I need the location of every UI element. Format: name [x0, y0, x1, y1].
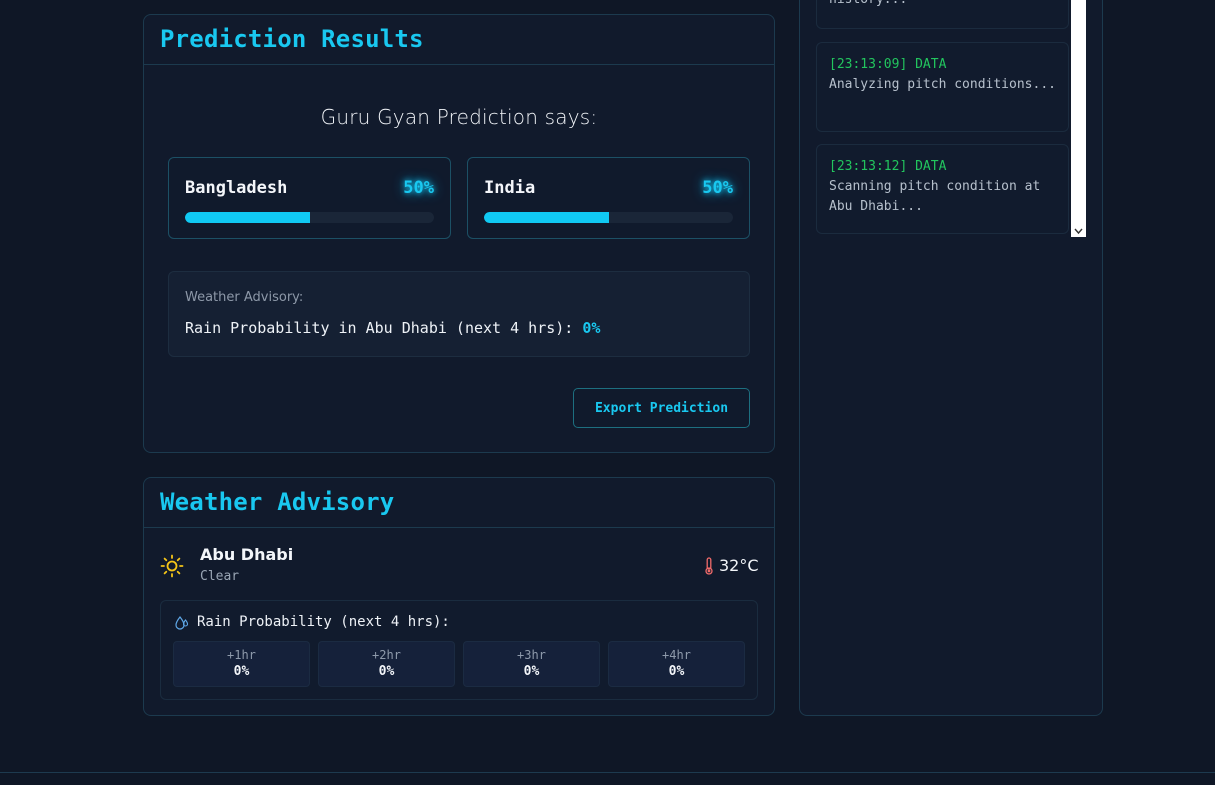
log-entry: [23:13:09] DATA Analyzing pitch conditio… [816, 42, 1069, 132]
log-message: Analyzing pitch conditions... [829, 77, 1056, 92]
prediction-card-title: Prediction Results [160, 25, 424, 53]
weather-temperature: 32°C [719, 556, 759, 575]
log-scrollbar[interactable] [1071, 0, 1086, 237]
rain-probability-title: Rain Probability (next 4 hrs): [197, 614, 450, 630]
rain-hour-label: +4hr [662, 648, 691, 662]
rain-hour-label: +3hr [517, 648, 546, 662]
team-probability-fill [185, 212, 310, 223]
rain-hour-value: 0% [378, 664, 395, 679]
team-card-bangladesh: Bangladesh 50% [168, 157, 451, 239]
log-message: Scanning pitch condition at Abu Dhabi... [829, 179, 1041, 214]
weather-condition: Clear [200, 569, 240, 584]
advisory-label: Weather Advisory: [185, 290, 304, 305]
team-name: Bangladesh [185, 178, 288, 198]
team-probability-fill [484, 212, 609, 223]
scroll-down-arrow-icon[interactable] [1074, 227, 1083, 235]
droplet-icon [175, 616, 189, 630]
team-percent: 50% [403, 178, 434, 198]
activity-log-list[interactable]: history... [23:13:09] DATA Analyzing pit… [816, 0, 1071, 237]
activity-log-card: history... [23:13:09] DATA Analyzing pit… [799, 0, 1103, 716]
rain-hour-value: 0% [668, 664, 685, 679]
log-timestamp: [23:13:09] DATA [829, 57, 947, 72]
prediction-headline: Guru Gyan Prediction says: [320, 105, 598, 129]
prediction-results-card: Prediction Results Guru Gyan Prediction … [143, 14, 775, 453]
rain-hour-label: +1hr [227, 648, 256, 662]
advisory-value: 0% [582, 319, 601, 337]
weather-advisory-card: Weather Advisory Abu Dhabi Clear 32°C Ra… [143, 477, 775, 716]
thermometer-icon [705, 557, 713, 575]
team-name: India [484, 178, 536, 198]
footer-divider [0, 772, 1215, 785]
team-probability-bar [185, 212, 434, 223]
log-message: history... [829, 0, 1056, 10]
advisory-description: Rain Probability in Abu Dhabi (next 4 hr… [185, 319, 574, 337]
team-percent: 50% [702, 178, 733, 198]
weather-city: Abu Dhabi [200, 545, 294, 564]
team-card-india: India 50% [467, 157, 750, 239]
rain-hour-value: 0% [233, 664, 250, 679]
log-entry: history... [816, 0, 1069, 29]
weather-card-title: Weather Advisory [160, 488, 395, 516]
weather-advisory-summary: Weather Advisory: Rain Probability in Ab… [168, 271, 750, 357]
rain-probability-panel: Rain Probability (next 4 hrs): +1hr 0% +… [160, 600, 758, 700]
rain-hour-cell: +1hr 0% [173, 641, 310, 687]
rain-hour-cell: +2hr 0% [318, 641, 455, 687]
rain-hour-value: 0% [523, 664, 540, 679]
rain-hour-cell: +3hr 0% [463, 641, 600, 687]
prediction-card-header: Prediction Results [144, 15, 774, 65]
export-prediction-button[interactable]: Export Prediction [573, 388, 750, 428]
weather-card-header: Weather Advisory [144, 478, 774, 528]
sun-icon [160, 554, 184, 578]
advisory-text: Rain Probability in Abu Dhabi (next 4 hr… [185, 319, 600, 337]
log-entry: [23:13:12] DATA Scanning pitch condition… [816, 144, 1069, 234]
log-timestamp: [23:13:12] DATA [829, 159, 947, 174]
rain-hour-label: +2hr [372, 648, 401, 662]
rain-hour-cell: +4hr 0% [608, 641, 745, 687]
team-probability-bar [484, 212, 733, 223]
